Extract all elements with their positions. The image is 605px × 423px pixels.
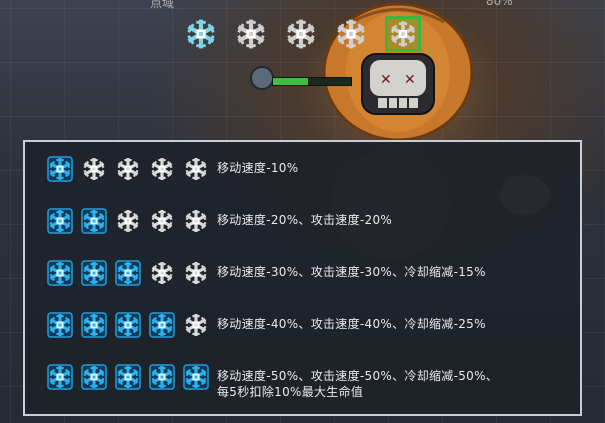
star-active [47, 312, 73, 338]
snowflake-star-icon [187, 19, 215, 49]
star-active [81, 312, 107, 338]
debuff-description: 移动速度-10% [217, 161, 299, 175]
star-active [81, 208, 107, 234]
snowflake-star-icon [287, 19, 315, 49]
level-orb-icon [250, 66, 274, 90]
star-rating [47, 260, 217, 286]
star-active [149, 364, 175, 390]
snowflake-star-icon [47, 260, 73, 286]
snowflake-star-icon [115, 260, 141, 286]
snowflake-star-icon [117, 210, 139, 232]
snowflake-star-icon [81, 364, 107, 390]
star-active [115, 364, 141, 390]
star-active [47, 364, 73, 390]
star-rating [47, 364, 217, 390]
snowflake-star-icon [185, 210, 207, 232]
debuff-row-2: 移动速度-20%、攻击速度-20% [47, 208, 392, 234]
snowflake-star-icon [237, 19, 265, 49]
hud-top-left-text: 点域 [150, 0, 175, 10]
snowflake-star-icon [151, 158, 173, 180]
snowflake-star-icon [115, 312, 141, 338]
star-rating [47, 312, 217, 338]
top-star-indicator [183, 16, 421, 52]
level-track [272, 77, 352, 86]
snowflake-star-icon [115, 364, 141, 390]
snowflake-star-icon [151, 262, 173, 284]
snowflake-star-icon [390, 21, 416, 47]
debuff-description: 移动速度-40%、攻击速度-40%、冷却缩减-25% [217, 317, 486, 331]
star-active [115, 312, 141, 338]
debuff-row-4: 移动速度-40%、攻击速度-40%、冷却缩减-25% [47, 312, 486, 338]
star-inactive [149, 208, 175, 234]
level-fill [273, 78, 309, 85]
snowflake-star-icon [81, 312, 107, 338]
snowflake-star-icon [83, 158, 105, 180]
star-active [47, 156, 73, 182]
star-inactive [183, 208, 209, 234]
star-rating [47, 208, 217, 234]
top-star-5-highlighted [385, 16, 421, 52]
svg-text:✕: ✕ [380, 72, 392, 88]
snowflake-star-icon [183, 364, 209, 390]
star-active [149, 312, 175, 338]
snowflake-star-icon [47, 312, 73, 338]
star-inactive [81, 156, 107, 182]
star-inactive [183, 312, 209, 338]
star-inactive [115, 208, 141, 234]
snowflake-star-icon [47, 208, 73, 234]
game-screen: 点域 80% ✕ ✕ 移动速度-10% 移动速度-20%、攻击速度-20% 移动… [0, 0, 605, 423]
star-inactive [149, 260, 175, 286]
snowflake-star-icon [149, 364, 175, 390]
svg-text:✕: ✕ [404, 72, 416, 88]
debuff-description: 移动速度-30%、攻击速度-30%、冷却缩减-15% [217, 265, 486, 279]
hud-top-right-text: 80% [486, 0, 513, 8]
debuff-description: 移动速度-50%、攻击速度-50%、冷却缩减-50%、 每5秒扣除10%最大生命… [217, 369, 499, 399]
star-active [47, 260, 73, 286]
debuff-row-1: 移动速度-10% [47, 156, 298, 182]
snowflake-star-icon [47, 364, 73, 390]
debuff-row-5: 移动速度-50%、攻击速度-50%、冷却缩减-50%、 每5秒扣除10%最大生命… [47, 364, 498, 400]
star-active [81, 364, 107, 390]
snowflake-star-icon [185, 158, 207, 180]
star-active [81, 260, 107, 286]
debuff-description: 移动速度-20%、攻击速度-20% [217, 213, 393, 227]
boss-level-bar [250, 66, 352, 90]
snowflake-star-icon [151, 210, 173, 232]
top-star-4 [333, 16, 369, 52]
star-rating [47, 156, 217, 182]
top-star-3 [283, 16, 319, 52]
snowflake-star-icon [149, 312, 175, 338]
top-star-2 [233, 16, 269, 52]
star-active [115, 260, 141, 286]
snowflake-star-icon [117, 158, 139, 180]
star-inactive [183, 156, 209, 182]
snowflake-star-icon [81, 260, 107, 286]
snowflake-star-icon [81, 208, 107, 234]
star-active [47, 208, 73, 234]
snowflake-star-icon [185, 262, 207, 284]
star-inactive [149, 156, 175, 182]
debuff-info-panel: 移动速度-10% 移动速度-20%、攻击速度-20% 移动速度-30%、攻击速度… [23, 140, 582, 416]
snowflake-star-icon [337, 19, 365, 49]
debuff-row-3: 移动速度-30%、攻击速度-30%、冷却缩减-15% [47, 260, 486, 286]
top-star-1 [183, 16, 219, 52]
star-inactive [183, 260, 209, 286]
star-active [183, 364, 209, 390]
snowflake-star-icon [47, 156, 73, 182]
star-inactive [115, 156, 141, 182]
snowflake-star-icon [185, 314, 207, 336]
